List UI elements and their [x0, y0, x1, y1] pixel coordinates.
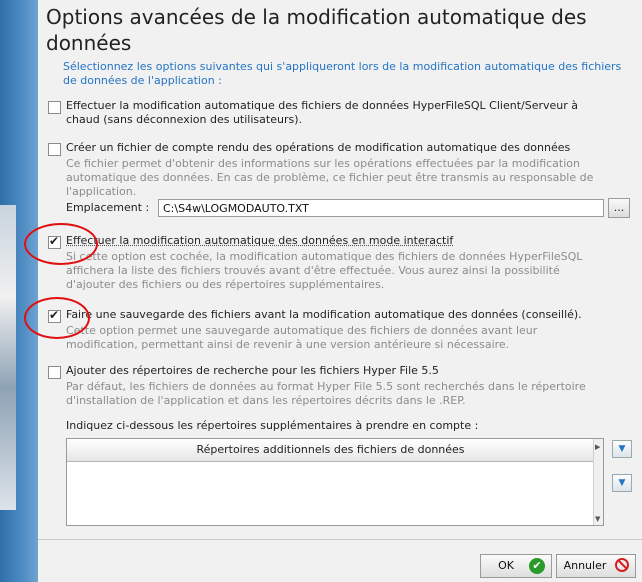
location-label: Emplacement : — [66, 201, 150, 214]
option-description: Par défaut, les fichiers de données au f… — [66, 380, 586, 407]
ok-label: OK — [498, 559, 514, 572]
directories-table[interactable]: Répertoires additionnels des fichiers de… — [66, 438, 604, 526]
advanced-options-dialog: Options avancées de la modification auto… — [38, 0, 642, 582]
dialog-intro: Sélectionnez les options suivantes qui s… — [63, 60, 622, 87]
option-label: Créer un fichier de compte rendu des opé… — [66, 141, 571, 154]
scroll-down-arrow-icon[interactable]: ▼ — [595, 515, 600, 523]
annotation-circle — [24, 297, 90, 339]
check-circle-icon: ✔ — [529, 558, 545, 574]
location-input[interactable]: C:\S4w\LOGMODAUTO.TXT — [158, 199, 604, 217]
ok-button[interactable]: OK ✔ — [480, 554, 552, 578]
option-description: Cette option permet une sauvegarde autom… — [66, 324, 538, 351]
option-label: Faire une sauvegarde des fichiers avant … — [66, 308, 582, 321]
dialog-title: Options avancées de la modification auto… — [46, 5, 587, 55]
option-label: Effectuer la modification automatique de… — [66, 234, 454, 247]
annotation-circle — [24, 223, 98, 265]
hot-modification-checkbox[interactable] — [48, 101, 61, 114]
cancel-button[interactable]: Annuler — [556, 554, 636, 578]
directories-scrollbar[interactable]: ▶ ▼ — [593, 439, 603, 525]
background-image-fragment — [0, 205, 16, 510]
directories-menu-button-top[interactable]: ▼ — [612, 440, 632, 458]
option-description: Si cette option est cochée, la modificat… — [66, 250, 583, 291]
option-label: Ajouter des répertoires de recherche pou… — [66, 364, 439, 377]
report-file-checkbox[interactable] — [48, 143, 61, 156]
chevron-down-icon: ▼ — [618, 444, 626, 454]
directories-column-header[interactable]: Répertoires additionnels des fichiers de… — [67, 439, 594, 462]
chevron-down-icon: ▼ — [618, 478, 626, 488]
cancel-label: Annuler — [563, 559, 607, 572]
search-directories-checkbox[interactable] — [48, 366, 61, 379]
directories-menu-button-bottom[interactable]: ▼ — [612, 474, 632, 492]
scroll-right-arrow-icon[interactable]: ▶ — [595, 443, 600, 451]
option-label: Effectuer la modification automatique de… — [66, 99, 578, 126]
footer-divider — [38, 539, 642, 540]
no-entry-icon — [615, 558, 629, 572]
directories-prompt: Indiquez ci-dessous les répertoires supp… — [66, 419, 479, 432]
option-description: Ce fichier permet d'obtenir des informat… — [66, 157, 594, 198]
browse-button[interactable]: ... — [608, 198, 630, 218]
